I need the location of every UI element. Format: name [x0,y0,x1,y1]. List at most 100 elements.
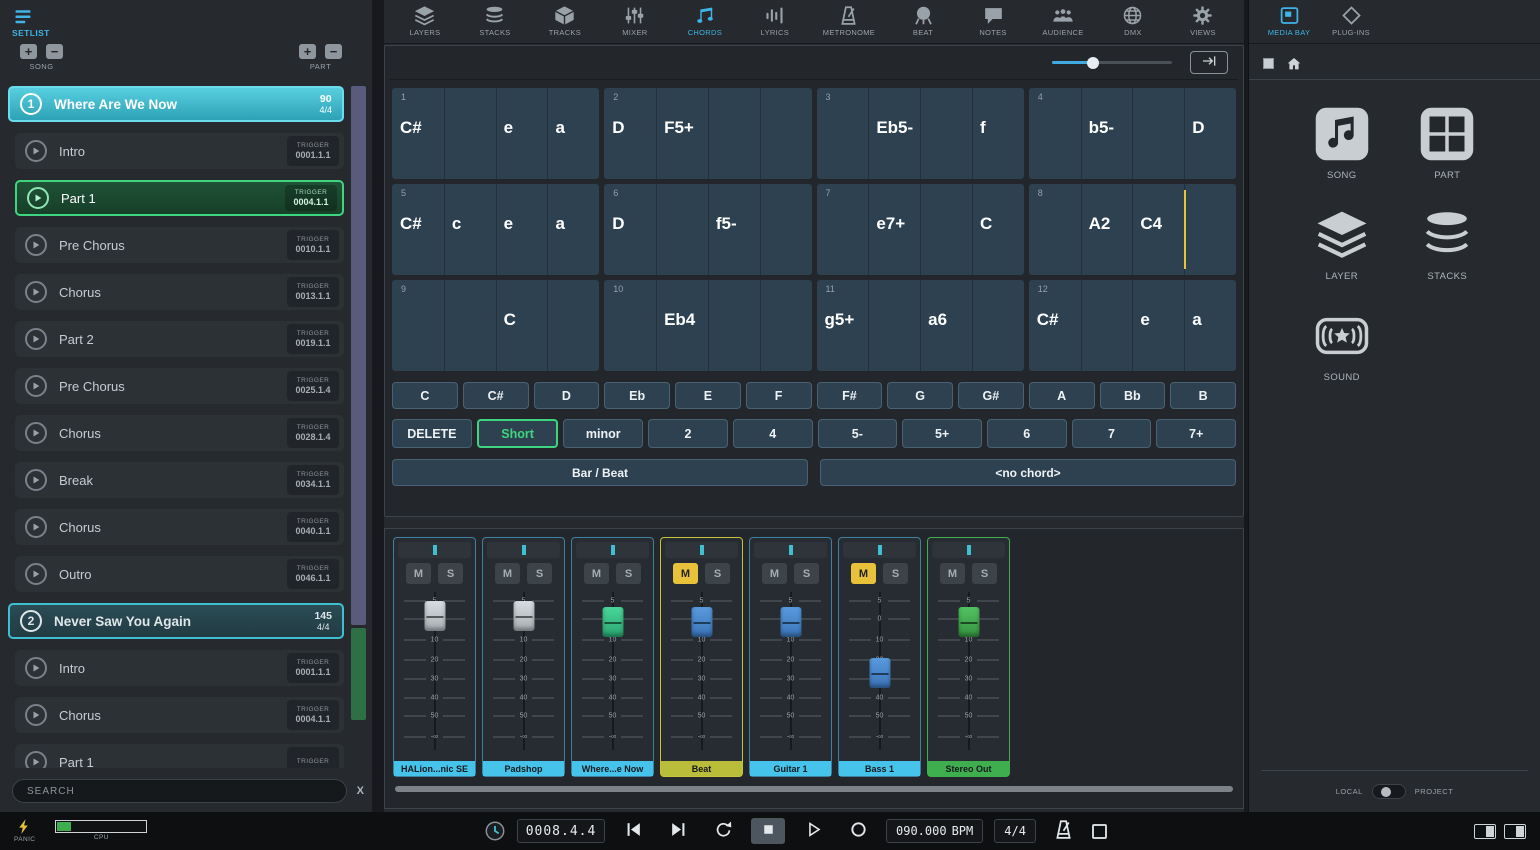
tempo-display[interactable]: 090.000 BPM [886,819,983,843]
chord-cell[interactable]: 6Df5- [604,184,811,275]
overview-song2-segment[interactable] [351,628,366,720]
setlist-part-row[interactable]: Part 1TRIGGER [15,744,344,768]
setlist-part-row[interactable]: Part 2TRIGGER0019.1.1 [15,321,344,357]
chord-label[interactable]: c [452,214,461,234]
setlist-part-row[interactable]: ChorusTRIGGER0013.1.1 [15,274,344,310]
note-button-Gsharp[interactable]: G# [958,382,1024,409]
chord-label[interactable]: D [1192,118,1204,138]
setlist-song-row[interactable]: 2Never Saw You Again1454/4 [8,603,344,639]
play-button[interactable] [796,818,830,844]
setlist-part-row[interactable]: ChorusTRIGGER0040.1.1 [15,509,344,545]
volume-fader[interactable]: 501020304050-∞ [843,587,916,757]
previous-button[interactable] [616,818,650,844]
setlist-song-row[interactable]: 1Where Are We Now904/4 [8,86,344,122]
modifier-button[interactable]: Short [477,419,559,448]
solo-button[interactable]: S [705,563,730,584]
play-part-icon[interactable] [25,563,47,585]
chord-label[interactable]: C [504,310,516,330]
play-part-icon[interactable] [25,328,47,350]
fader-cap[interactable] [513,601,534,631]
chord-cell[interactable]: 10Eb4 [604,280,811,371]
toolbar-item-metronome[interactable]: METRONOME [823,5,875,37]
mixer-horizontal-scrollbar[interactable] [395,786,1233,792]
setlist-part-row[interactable]: BreakTRIGGER0034.1.1 [15,462,344,498]
note-button-F[interactable]: F [746,382,812,409]
mixer-strip[interactable]: MS 501020304050-∞ Where...e Now [571,537,654,777]
chord-cell[interactable]: 3Eb5-f [817,88,1024,179]
note-button-A[interactable]: A [1029,382,1095,409]
bar-beat-button[interactable]: Bar / Beat [392,459,808,486]
modifier-button[interactable]: 5+ [902,419,982,448]
volume-fader[interactable]: 501020304050-∞ [932,587,1005,757]
volume-fader[interactable]: 501020304050-∞ [576,587,649,757]
chord-label[interactable]: e [1140,310,1149,330]
solo-button[interactable]: S [616,563,641,584]
mixer-strip[interactable]: MS501020304050-∞Padshop [482,537,565,777]
chord-cell[interactable]: 12C#ea [1029,280,1236,371]
setlist-part-row[interactable]: ChorusTRIGGER0004.1.1 [15,697,344,733]
chord-label[interactable]: F5+ [664,118,694,138]
next-button[interactable] [661,818,695,844]
media-tile-part[interactable]: PART [1419,106,1475,181]
note-button-G[interactable]: G [887,382,953,409]
play-part-icon[interactable] [25,375,47,397]
chord-label[interactable]: e7+ [876,214,905,234]
channel-name[interactable]: Padshop [483,761,564,776]
channel-name[interactable]: Stereo Out [928,761,1009,776]
chord-label[interactable]: f [980,118,986,138]
mute-button[interactable]: M [406,563,431,584]
filter-checkbox[interactable] [1263,58,1274,69]
chord-label[interactable]: D [612,118,624,138]
chord-label[interactable]: a6 [928,310,947,330]
setlist-part-row[interactable]: ChorusTRIGGER0028.1.4 [15,415,344,451]
volume-fader[interactable]: 501020304050-∞ [487,587,560,757]
toolbar-item-beat[interactable]: BEAT [901,5,945,37]
fader-cap[interactable] [424,601,445,631]
play-part-icon[interactable] [25,422,47,444]
play-part-icon[interactable] [25,516,47,538]
chord-label[interactable]: a [555,118,564,138]
toolbar-item-notes[interactable]: NOTES [971,5,1015,37]
chord-cell[interactable]: 4b5-D [1029,88,1236,179]
chord-label[interactable]: e [504,214,513,234]
right-tab-plug-ins[interactable]: PLUG-INS [1329,5,1373,37]
chord-label[interactable]: Eb5- [876,118,913,138]
fader-cap[interactable] [602,607,623,637]
zoom-slider[interactable] [1052,61,1172,64]
note-button-Csharp[interactable]: C# [463,382,529,409]
channel-name[interactable]: Where...e Now [572,761,653,776]
panic-button[interactable]: PANIC [14,818,35,844]
chord-label[interactable]: f5- [716,214,737,234]
solo-button[interactable]: S [883,563,908,584]
toolbar-item-tracks[interactable]: TRACKS [543,5,587,37]
setlist-scroll-area[interactable]: 1Where Are We Now904/4 IntroTRIGGER0001.1… [8,86,366,768]
mute-button[interactable]: M [584,563,609,584]
chord-label[interactable]: C [980,214,992,234]
note-button-Bb[interactable]: Bb [1100,382,1166,409]
setlist-overview-scrollbar[interactable] [351,86,366,768]
mute-button[interactable]: M [673,563,698,584]
chord-label[interactable]: Eb4 [664,310,695,330]
record-button[interactable] [841,818,875,844]
volume-fader[interactable]: 501020304050-∞ [665,587,738,757]
modifier-button[interactable]: 4 [733,419,813,448]
play-part-icon[interactable] [25,140,47,162]
fader-cap[interactable] [958,607,979,637]
time-display[interactable]: 0008.4.4 [517,819,605,843]
chord-label[interactable]: C4 [1140,214,1162,234]
chord-cell[interactable]: 8A2C4 [1029,184,1236,275]
chord-cell[interactable]: 9C [392,280,599,371]
solo-button[interactable]: S [438,563,463,584]
note-button-Eb[interactable]: Eb [604,382,670,409]
toggle-knob[interactable] [1381,787,1391,797]
no-chord-button[interactable]: <no chord> [820,459,1236,486]
note-button-Fsharp[interactable]: F# [817,382,883,409]
setlist-part-row[interactable]: IntroTRIGGER0001.1.1 [15,133,344,169]
play-part-icon[interactable] [27,187,49,209]
play-part-icon[interactable] [25,281,47,303]
play-part-icon[interactable] [25,469,47,491]
mute-button[interactable]: M [940,563,965,584]
note-button-B[interactable]: B [1170,382,1236,409]
chord-cell[interactable]: 7e7+C [817,184,1024,275]
metronome-click-button[interactable] [1047,818,1081,844]
